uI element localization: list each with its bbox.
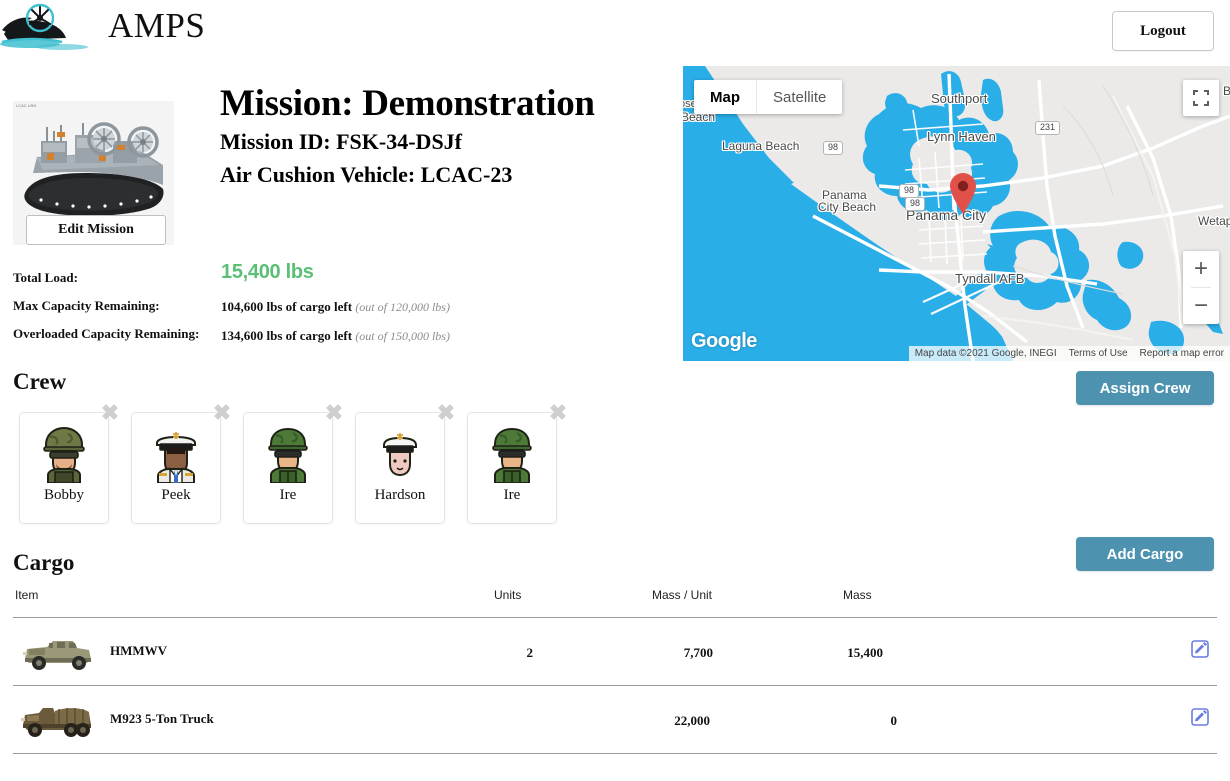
route-shield-98: 98 [823,141,844,155]
cargo-item-mass-per-unit: 22,000 [674,713,710,728]
hovercraft-logo-icon [0,0,96,50]
overloaded-capacity-label: Overloaded Capacity Remaining: [13,326,200,341]
cargo-item-units: 2 [526,645,534,660]
add-cargo-button[interactable]: Add Cargo [1076,537,1214,571]
app-root: AMPS Logout LCAC USN Edit Mission Missio… [0,0,1230,781]
table-row[interactable]: HMMWV 2 7,700 15,400 [13,618,1217,686]
remove-crew-icon[interactable]: ✖ [98,401,122,425]
google-logo[interactable]: Google [691,330,757,353]
route-shield-231: 231 [1035,121,1061,135]
crew-name: Ire [503,487,521,503]
total-load-value: 15,400 lbs [221,261,314,283]
cargo-item-mass-per-unit: 7,700 [683,645,713,660]
edit-pencil-icon[interactable] [1191,708,1209,726]
soldier-sunglasses-icon [484,423,540,484]
crew-card[interactable]: ✖ Peek [131,401,231,524]
map-data-attribution: Map data ©2021 Google, INEGI [908,346,1063,361]
crew-card[interactable]: ✖ Ire [243,401,343,524]
map-attribution: Map data ©2021 Google, INEGI Terms of Us… [908,346,1230,361]
soldier-helmet-beard-icon [36,423,92,484]
remove-crew-icon[interactable]: ✖ [322,401,346,425]
map-type-map-button[interactable]: Map [694,80,757,114]
naval-officer-icon [148,423,204,484]
column-header-units: Units [494,588,522,602]
crew-card[interactable]: ✖ Hardson [355,401,455,524]
truck-m923-icon [17,699,97,743]
cargo-table: Item Units Mass / Unit Mass HMMWV 2 7,70… [13,588,1217,754]
cargo-item-name: M923 5-Ton Truck [110,711,214,726]
zoom-in-button[interactable]: + [1183,251,1219,287]
fullscreen-icon [1192,89,1210,107]
column-header-mass-per-unit: Mass / Unit [652,588,713,602]
edit-mission-button[interactable]: Edit Mission [26,215,166,245]
remove-crew-icon[interactable]: ✖ [434,401,458,425]
crew-heading: Crew [13,369,67,394]
cargo-item-mass: 0 [890,713,898,728]
max-capacity-value: 104,600 lbs of cargo left (out of 120,00… [221,299,450,315]
fullscreen-button[interactable] [1183,80,1219,116]
soldier-sunglasses-icon [260,423,316,484]
crew-name: Peek [161,487,191,503]
remove-crew-icon[interactable]: ✖ [210,401,234,425]
crew-name: Ire [279,487,297,503]
zoom-control[interactable]: + − [1183,251,1219,324]
overloaded-capacity-main: 134,600 lbs of cargo left [221,328,353,343]
app-header: AMPS Logout [0,0,1230,56]
zoom-out-button[interactable]: − [1183,288,1219,324]
map-type-satellite-button[interactable]: Satellite [757,80,842,114]
overloaded-capacity-paren: (out of 150,000 lbs) [355,329,450,343]
column-header-item: Item [15,588,39,602]
remove-crew-icon[interactable]: ✖ [546,401,570,425]
page-title: Mission: Demonstration [220,83,595,124]
crew-name: Hardson [374,487,426,503]
map-type-control[interactable]: Map Satellite [694,80,843,114]
mission-id: Mission ID: FSK-34-DSJf [220,129,463,154]
crew-card[interactable]: ✖ Ire [467,401,567,524]
route-shield-98: 98 [899,184,920,198]
mission-vehicle: Air Cushion Vehicle: LCAC-23 [220,162,513,187]
max-capacity-paren: (out of 120,000 lbs) [355,300,450,314]
assign-crew-button[interactable]: Assign Crew [1076,371,1214,405]
report-map-error-link[interactable]: Report a map error [1133,346,1230,361]
overloaded-capacity-value: 134,600 lbs of cargo left (out of 150,00… [221,328,450,344]
hmmwv-icon [17,631,97,675]
logout-button[interactable]: Logout [1112,11,1214,51]
crew-list: ✖ Bobby ✖ Peek ✖ Ire ✖ Hardson ✖ Ire [19,401,567,524]
route-shield-98: 98 [905,197,926,211]
cargo-table-header: Item Units Mass / Unit Mass [13,588,1217,618]
cargo-item-mass: 15,400 [847,645,883,660]
crew-card[interactable]: ✖ Bobby [19,401,119,524]
max-capacity-main: 104,600 lbs of cargo left [221,299,353,314]
table-row[interactable]: M923 5-Ton Truck 22,000 0 [13,686,1217,754]
total-load-label: Total Load: [13,270,78,285]
edit-pencil-icon[interactable] [1191,640,1209,658]
brand-title: AMPS [108,5,206,45]
crew-name: Bobby [43,487,84,503]
terms-of-use-link[interactable]: Terms of Use [1062,346,1134,361]
brand-logo[interactable]: AMPS [0,0,205,50]
cargo-heading: Cargo [13,550,75,575]
cargo-item-name: HMMWV [110,643,168,658]
naval-officer-light-icon [372,423,428,483]
thumb-caption: LCAC USN [16,103,37,108]
map-panel[interactable]: Southport Lynn Haven Panama City Tyndall… [683,66,1230,361]
column-header-mass: Mass [843,588,872,602]
max-capacity-label: Max Capacity Remaining: [13,298,160,313]
